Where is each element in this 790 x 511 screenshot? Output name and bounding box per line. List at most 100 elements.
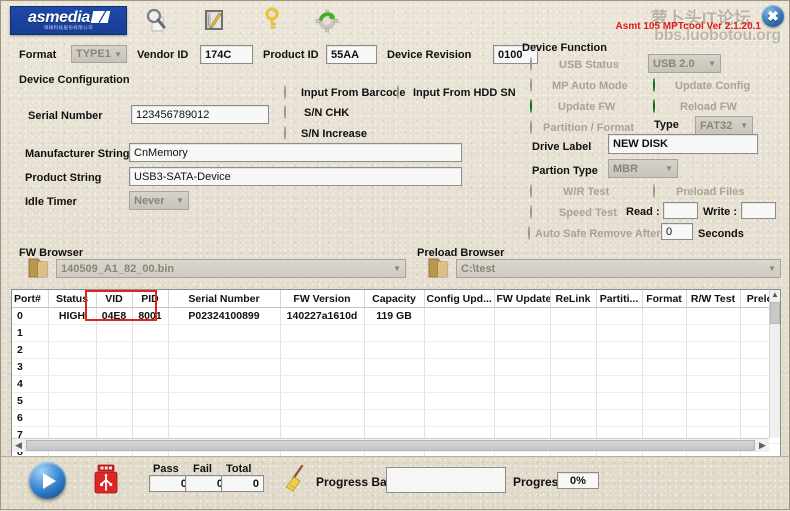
asmedia-logo: asmedia 祥硕科技股份有限公司 [10, 6, 127, 35]
auto-safe-remove-radio[interactable] [528, 226, 530, 240]
read-input[interactable] [663, 202, 698, 219]
format-select[interactable]: TYPE1 ▼ [71, 45, 127, 63]
preload-browser-select[interactable]: C:\test ▼ [456, 259, 781, 278]
table-row[interactable]: 4 [12, 375, 780, 393]
table-cell-partition [596, 392, 643, 410]
table-cell-vid [96, 375, 133, 393]
table-header-cell[interactable]: Format [642, 290, 687, 308]
table-row[interactable]: 2 [12, 341, 780, 359]
play-icon [43, 472, 56, 489]
product-id-input[interactable]: 55AA [326, 45, 377, 64]
folder-icon[interactable] [425, 256, 451, 280]
table-row[interactable]: 5 [12, 392, 780, 410]
scroll-right-icon[interactable]: ▶ [756, 440, 769, 451]
table-row[interactable]: 0 HIGH 04E8 8001 P02324100899 140227a1610d 119… [12, 307, 780, 325]
vendor-id-label: Vendor ID [137, 49, 189, 61]
table-header-cell[interactable]: PID [132, 290, 169, 308]
table-cell-pid [132, 324, 169, 342]
table-cell-format [642, 307, 687, 325]
key-icon[interactable] [259, 7, 285, 33]
write-input[interactable] [741, 202, 776, 219]
table-header-cell[interactable]: Serial Number [168, 290, 281, 308]
sn-increase-label: S/N Increase [301, 128, 368, 140]
input-from-hddsn-radio[interactable] [397, 85, 399, 99]
usb-status-radio[interactable] [530, 57, 532, 71]
table-cell-format [642, 341, 687, 359]
partion-type-select[interactable]: MBR ▼ [608, 159, 678, 178]
reload-fw-label: Reload FW [680, 101, 737, 113]
table-cell-vid [96, 358, 133, 376]
type-select[interactable]: FAT32 ▼ [695, 116, 753, 135]
table-header-cell[interactable]: FW Version [280, 290, 365, 308]
clear-broom-icon[interactable] [281, 463, 311, 495]
device-table[interactable]: Port# Status VID PID Serial Number FW Version… [11, 289, 781, 457]
update-config-label: Update Config [675, 80, 751, 92]
vendor-id-input[interactable]: 174C [200, 45, 253, 64]
table-cell-status: HIGH [48, 307, 97, 325]
manufacturer-string-label: Manufacturer String [25, 148, 130, 160]
search-icon[interactable] [143, 7, 169, 33]
product-string-input[interactable]: USB3-SATA-Device [129, 167, 462, 186]
folder-icon[interactable] [25, 256, 51, 280]
table-cell-format [642, 409, 687, 427]
edit-icon[interactable] [201, 7, 227, 33]
update-config-radio[interactable] [653, 78, 655, 92]
auto-safe-remove-input[interactable]: 0 [661, 223, 693, 240]
table-cell-capacity [364, 324, 425, 342]
refresh-icon[interactable] [314, 7, 340, 33]
scroll-left-icon[interactable]: ◀ [12, 440, 25, 451]
radio-icon [284, 126, 286, 140]
partition-format-radio[interactable] [530, 120, 532, 134]
idle-timer-select[interactable]: Never ▼ [129, 191, 189, 210]
table-header-cell[interactable]: VID [96, 290, 133, 308]
start-button[interactable] [29, 462, 66, 499]
update-fw-radio[interactable] [530, 99, 532, 113]
table-header-cell[interactable]: Partiti... [596, 290, 643, 308]
table-header-cell[interactable]: R/W Test [686, 290, 741, 308]
table-row[interactable]: 3 [12, 358, 780, 376]
table-header-cell[interactable]: Config Upd... [424, 290, 495, 308]
drive-label-input[interactable]: NEW DISK [608, 134, 758, 154]
usb-version-select[interactable]: USB 2.0 ▼ [648, 54, 721, 73]
sn-chk-radio[interactable] [284, 105, 286, 119]
table-row[interactable]: 6 [12, 409, 780, 427]
progress-bar-label: Progress Bar [316, 475, 392, 489]
table-cell-fwupd [494, 324, 551, 342]
table-cell-partition [596, 375, 643, 393]
horizontal-scroll-thumb[interactable] [26, 440, 755, 451]
fw-browser-select[interactable]: 140509_A1_82_00.bin ▼ [56, 259, 406, 278]
device-configuration-title: Device Configuration [19, 74, 130, 86]
usb-eject-button[interactable] [92, 463, 120, 495]
table-header-cell[interactable]: Status [48, 290, 97, 308]
chevron-down-icon: ▼ [740, 121, 748, 130]
scroll-up-icon[interactable]: ▲ [770, 290, 780, 302]
close-button[interactable]: ✖ [762, 5, 784, 27]
preload-files-radio[interactable] [653, 184, 655, 198]
table-cell-status [48, 375, 97, 393]
logo-flag-icon [90, 11, 111, 23]
table-horizontal-scrollbar[interactable]: ◀ ▶ [12, 438, 769, 452]
speed-test-radio[interactable] [530, 205, 532, 219]
table-cell-rw [686, 358, 741, 376]
product-string-value: USB3-SATA-Device [134, 170, 231, 183]
speed-test-label: Speed Test [559, 207, 617, 219]
table-header-cell[interactable]: Capacity [364, 290, 425, 308]
mp-auto-mode-radio[interactable] [530, 78, 532, 92]
serial-number-input[interactable]: 123456789012 [131, 105, 269, 124]
auto-safe-remove-value: 0 [666, 225, 673, 238]
wr-test-radio[interactable] [530, 184, 532, 198]
total-value: 0 [252, 477, 259, 490]
sn-increase-radio[interactable] [284, 126, 286, 140]
table-header-cell[interactable]: ReLink [550, 290, 597, 308]
table-cell-config [424, 324, 495, 342]
table-row[interactable]: 1 [12, 324, 780, 342]
table-vertical-scrollbar[interactable]: ▲ [769, 290, 780, 438]
total-label: Total [226, 463, 252, 475]
vertical-scroll-thumb[interactable] [770, 302, 780, 324]
app-window: asmedia 祥硕科技股份有限公司 萝卜头IT论坛 Asmt 105 MPTc… [0, 0, 790, 510]
input-from-barcode-radio[interactable] [284, 85, 286, 99]
reload-fw-radio[interactable] [653, 99, 655, 113]
table-header-cell[interactable]: Port# [12, 290, 49, 308]
manufacturer-string-input[interactable]: CnMemory [129, 143, 462, 162]
table-header-cell[interactable]: FW Update [494, 290, 551, 308]
